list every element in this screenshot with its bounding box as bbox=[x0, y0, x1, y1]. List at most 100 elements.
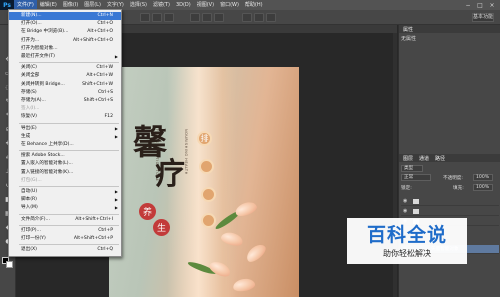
menu-item-label: 脚本(R) bbox=[21, 197, 37, 203]
opacity-label: 不透明度: bbox=[443, 176, 463, 181]
menu-8[interactable]: 视图(V) bbox=[194, 0, 217, 10]
minimize-icon[interactable]: − bbox=[462, 0, 474, 10]
submenu-arrow-icon: ▶ bbox=[114, 133, 118, 139]
file-menu-item[interactable]: 在 Behance 上共享(D)... bbox=[9, 141, 121, 149]
distribute-2-button[interactable] bbox=[202, 13, 212, 22]
blend-mode-select[interactable]: 正常 bbox=[401, 174, 431, 181]
menu-item-label: 导入(M) bbox=[21, 205, 38, 211]
file-menu-item[interactable]: 打开为智能对象... bbox=[9, 45, 121, 53]
menu-item-label: 恢复(V) bbox=[21, 114, 37, 120]
align-left-button[interactable] bbox=[140, 13, 150, 22]
file-menu-item[interactable]: 脚本(R) ▶ bbox=[9, 196, 121, 204]
menu-item-label: 打印一份(Y) bbox=[21, 236, 46, 241]
3d-mode-3-button[interactable] bbox=[266, 13, 276, 22]
menu-9[interactable]: 窗口(W) bbox=[217, 0, 242, 10]
menu-item-shortcut: F12 bbox=[104, 114, 114, 120]
file-menu-item[interactable]: 在 Bridge 中浏览(B)... Alt+Ctrl+O bbox=[9, 28, 121, 36]
properties-header: 无属性 bbox=[401, 36, 417, 42]
menu-item-shortcut: Alt+Ctrl+W bbox=[86, 73, 113, 79]
watermark-title: 百科全说 bbox=[366, 224, 447, 246]
menu-item-label: 打印(P)... bbox=[21, 227, 41, 233]
file-menu-item[interactable]: 打开为... Alt+Shift+Ctrl+O bbox=[9, 37, 121, 45]
workspace-select[interactable]: 基本功能 bbox=[472, 13, 494, 22]
poster-canvas[interactable]: FIVE GENERATION TONE NOURISHING HEALTH 馨… bbox=[109, 67, 299, 297]
file-menu-item[interactable]: 关闭(C) Ctrl+W bbox=[9, 64, 121, 72]
file-menu-dropdown: 新建(N)... Ctrl+N 打开(O)... Ctrl+O 在 Bridge 中浏览… bbox=[8, 9, 122, 257]
layer-row[interactable]: ◉ bbox=[401, 207, 499, 216]
align-center-button[interactable] bbox=[152, 13, 162, 22]
fill-label: 填充: bbox=[453, 186, 464, 191]
menu-7[interactable]: 3D(D) bbox=[173, 0, 194, 10]
menu-item-label: 存储为(A)... bbox=[21, 98, 46, 103]
poster-calligraphy-liao: 疗 bbox=[155, 157, 185, 192]
menu-item-label: 退出(X) bbox=[21, 247, 37, 253]
menu-item-shortcut: Ctrl+P bbox=[98, 227, 113, 233]
file-menu-item[interactable]: 关闭并转到 Bridge... Shift+Ctrl+W bbox=[9, 81, 121, 89]
file-menu-item: 打包(G)... bbox=[9, 177, 121, 185]
file-menu-item[interactable]: 置入链接的智能对象(K)... bbox=[9, 169, 121, 177]
poster-circle-4 bbox=[201, 213, 216, 228]
file-menu-item[interactable]: 存储为(A)... Shift+Ctrl+S bbox=[9, 97, 121, 105]
file-menu-item[interactable]: 打印一份(Y) Alt+Shift+Ctrl+P bbox=[9, 235, 121, 243]
menu-5[interactable]: 选择(S) bbox=[127, 0, 150, 10]
layer-kind-select[interactable]: 类型 bbox=[401, 165, 423, 172]
menu-item-label: 打开为智能对象... bbox=[21, 45, 58, 51]
file-menu-item[interactable]: 新建(N)... Ctrl+N bbox=[9, 12, 121, 20]
tab-properties[interactable]: 属性 bbox=[403, 26, 413, 33]
folder-icon bbox=[413, 199, 419, 204]
3d-mode-button[interactable] bbox=[242, 13, 252, 22]
menu-separator bbox=[19, 150, 119, 152]
file-menu-item[interactable]: 导出(E) ▶ bbox=[9, 125, 121, 133]
eye-icon[interactable]: ◉ bbox=[403, 198, 407, 204]
poster-red-circle-2: 生 bbox=[153, 219, 170, 236]
submenu-arrow-icon: ▶ bbox=[114, 125, 118, 131]
tab-layers[interactable]: 图层 bbox=[403, 155, 413, 162]
menu-item-label: 打开(O)... bbox=[21, 21, 42, 27]
file-menu-item[interactable]: 退出(X) Ctrl+Q bbox=[9, 246, 121, 254]
menu-item-label: 置入嵌入的智能对象(L)... bbox=[21, 161, 73, 167]
menu-item-label: 置入链接的智能对象(K)... bbox=[21, 169, 74, 175]
menu-item-label: 导出(E) bbox=[21, 125, 37, 131]
submenu-arrow-icon: ▶ bbox=[114, 54, 118, 59]
opacity-field[interactable]: 100% bbox=[473, 174, 493, 181]
file-menu-item[interactable]: 搜索 Adobe Stock... bbox=[9, 152, 121, 160]
menu-item-label: 在 Bridge 中浏览(B)... bbox=[21, 29, 69, 35]
lock-label: 锁定: bbox=[401, 186, 412, 191]
file-menu-item[interactable]: 最近打开文件(T) ▶ bbox=[9, 53, 121, 61]
menu-item-label: 关闭全部 bbox=[21, 73, 40, 79]
close-icon[interactable]: × bbox=[486, 0, 498, 10]
file-menu-item[interactable]: 置入嵌入的智能对象(L)... bbox=[9, 160, 121, 168]
layer-row[interactable]: ◉ bbox=[401, 197, 499, 206]
file-menu-item[interactable]: 打开(O)... Ctrl+O bbox=[9, 20, 121, 28]
file-menu-item[interactable]: 导入(M) ▶ bbox=[9, 204, 121, 212]
distribute-3-button[interactable] bbox=[214, 13, 224, 22]
background-color-swatch[interactable] bbox=[6, 261, 13, 268]
menu-separator bbox=[19, 213, 119, 215]
fill-field[interactable]: 100% bbox=[473, 184, 493, 191]
3d-mode-2-button[interactable] bbox=[254, 13, 264, 22]
menu-item-shortcut: Alt+Shift+Ctrl+P bbox=[73, 236, 113, 241]
menu-separator bbox=[19, 224, 119, 226]
menu-6[interactable]: 滤镜(T) bbox=[150, 0, 173, 10]
menu-10[interactable]: 帮助(H) bbox=[242, 0, 266, 10]
file-menu-item[interactable]: 文件简介(F)... Alt+Shift+Ctrl+I bbox=[9, 216, 121, 224]
eye-icon[interactable]: ◉ bbox=[403, 208, 407, 214]
menu-item-shortcut: Ctrl+N bbox=[97, 13, 113, 18]
file-menu-item[interactable]: 自动(U) ▶ bbox=[9, 188, 121, 196]
file-menu-item[interactable]: 打印(P)... Ctrl+P bbox=[9, 227, 121, 235]
tab-paths[interactable]: 路径 bbox=[435, 155, 445, 162]
tab-channels[interactable]: 通道 bbox=[419, 155, 429, 162]
file-menu-item[interactable]: 恢复(V) F12 bbox=[9, 113, 121, 121]
maximize-icon[interactable]: □ bbox=[474, 0, 486, 10]
file-menu-item[interactable]: 生成 ▶ bbox=[9, 133, 121, 141]
menu-item-shortcut: Alt+Shift+Ctrl+I bbox=[75, 216, 113, 222]
menu-separator bbox=[19, 186, 119, 187]
file-menu-item[interactable]: 存储(S) Ctrl+S bbox=[9, 89, 121, 97]
menu-item-label: 自动(U) bbox=[21, 189, 38, 194]
menu-item-label: 关闭并转到 Bridge... bbox=[21, 81, 65, 87]
menu-item-shortcut: Ctrl+Q bbox=[97, 247, 113, 253]
distribute-button[interactable] bbox=[190, 13, 200, 22]
file-menu-item[interactable]: 关闭全部 Alt+Ctrl+W bbox=[9, 72, 121, 80]
menu-item-label: 生成 bbox=[21, 133, 31, 139]
align-right-button[interactable] bbox=[164, 13, 174, 22]
